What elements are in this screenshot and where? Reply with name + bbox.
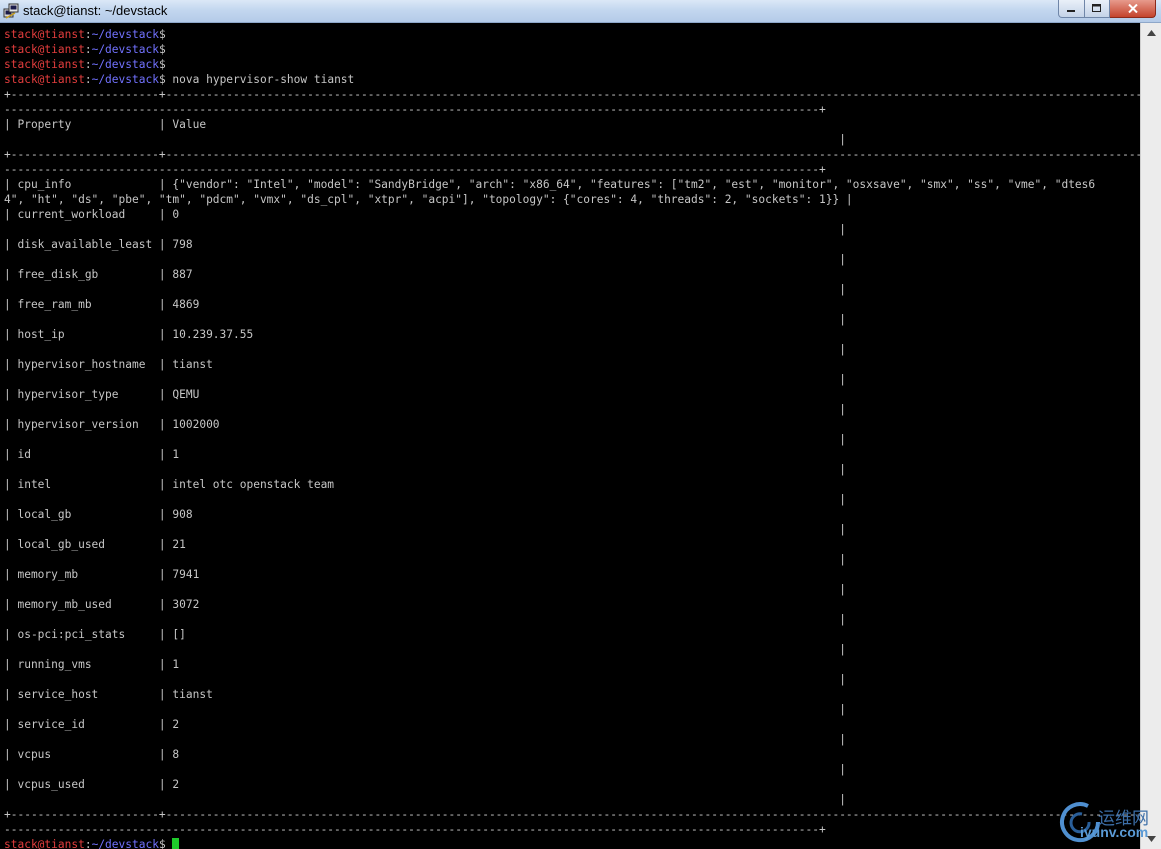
table-pipe: | (4, 583, 846, 596)
table-row: | id | 1 (4, 448, 180, 461)
maximize-button[interactable] (1085, 0, 1110, 18)
table-pipe: | (4, 433, 846, 446)
table-row: | hypervisor_hostname | tianst (4, 358, 213, 371)
table-row: | host_ip | 10.239.37.55 (4, 328, 254, 341)
table-pipe: | (4, 403, 846, 416)
table-row: | hypervisor_type | QEMU (4, 388, 200, 401)
table-border: ----------------------------------------… (4, 103, 826, 116)
table-row: | memory_mb_used | 3072 (4, 598, 200, 611)
prompt-dir: ~/devstack (91, 838, 159, 849)
table-pipe: | (4, 313, 846, 326)
table-row: | hypervisor_version | 1002000 (4, 418, 220, 431)
site-watermark: 运维网 iyunv.com (1058, 800, 1158, 846)
prompt-user: stack@tianst (4, 43, 85, 56)
active-prompt-line: stack@tianst:~/devstack$ (4, 837, 180, 849)
prompt-line: stack@tianst:~/devstack$ (4, 58, 166, 71)
table-row: | service_id | 2 (4, 718, 180, 731)
table-row: | vcpus | 8 (4, 748, 180, 761)
prompt-line: stack@tianst:~/devstack$ (4, 43, 166, 56)
terminal-output[interactable]: stack@tianst:~/devstack$ stack@tianst:~/… (0, 23, 1140, 849)
table-row-cpu-info: | cpu_info | {"vendor": "Intel", "model"… (4, 178, 1096, 191)
watermark-text-url: iyunv.com (1080, 824, 1149, 840)
table-border: +----------------------+----------------… (4, 88, 1140, 101)
table-pipe: | (4, 673, 846, 686)
table-border: ----------------------------------------… (4, 823, 826, 836)
window-controls (1058, 0, 1156, 18)
table-row: | running_vms | 1 (4, 658, 180, 671)
table-pipe: | (4, 343, 846, 356)
table-border: ----------------------------------------… (4, 163, 826, 176)
table-pipe: | (4, 493, 846, 506)
table-row-cpu-info-wrap: 4", "ht", "ds", "pbe", "tm", "pdcm", "vm… (4, 193, 853, 206)
prompt-user: stack@tianst (4, 58, 85, 71)
table-row: | service_host | tianst (4, 688, 213, 701)
scroll-up-icon (1146, 30, 1156, 36)
text-cursor (172, 838, 180, 849)
prompt-user: stack@tianst (4, 838, 85, 849)
table-row: | local_gb_used | 21 (4, 538, 186, 551)
table-row: | memory_mb | 7941 (4, 568, 200, 581)
table-row: | free_disk_gb | 887 (4, 268, 193, 281)
close-icon (1127, 4, 1138, 13)
table-pipe: | (4, 553, 846, 566)
table-pipe: | (4, 133, 846, 146)
prompt-dir: ~/devstack (91, 58, 159, 71)
table-row: | current_workload | 0 (4, 208, 180, 221)
maximize-icon (1092, 4, 1101, 12)
command-line: stack@tianst:~/devstack$ nova hypervisor… (4, 73, 355, 86)
table-row: | vcpus_used | 2 (4, 778, 180, 791)
table-pipe: | (4, 643, 846, 656)
table-pipe: | (4, 613, 846, 626)
prompt-line: stack@tianst:~/devstack$ (4, 28, 166, 41)
prompt-dir: ~/devstack (91, 73, 159, 86)
table-row: | intel | intel otc openstack team (4, 478, 335, 491)
table-pipe: | (4, 463, 846, 476)
table-row: | local_gb | 908 (4, 508, 193, 521)
prompt-user: stack@tianst (4, 73, 85, 86)
table-pipe: | (4, 793, 846, 806)
vertical-scrollbar[interactable] (1140, 23, 1161, 849)
title-bar: stack@tianst: ~/devstack (0, 0, 1161, 23)
table-pipe: | (4, 223, 846, 236)
command-text: nova hypervisor-show tianst (165, 73, 355, 86)
table-pipe: | (4, 283, 846, 296)
table-pipe: | (4, 703, 846, 716)
table-pipe: | (4, 763, 846, 776)
table-row: | os-pci:pci_stats | [] (4, 628, 186, 641)
table-pipe: | (4, 733, 846, 746)
table-border: +----------------------+----------------… (4, 148, 1140, 161)
table-border: +----------------------+----------------… (4, 808, 1140, 821)
close-button[interactable] (1110, 0, 1156, 18)
table-header: | Property | Value (4, 118, 207, 131)
table-row: | free_ram_mb | 4869 (4, 298, 200, 311)
prompt-user: stack@tianst (4, 28, 85, 41)
prompt-dir: ~/devstack (91, 43, 159, 56)
putty-app-icon[interactable] (3, 3, 19, 19)
table-pipe: | (4, 373, 846, 386)
scroll-up-button[interactable] (1143, 25, 1159, 41)
table-pipe: | (4, 523, 846, 536)
table-row: | disk_available_least | 798 (4, 238, 193, 251)
prompt-dir: ~/devstack (91, 28, 159, 41)
minimize-icon (1067, 10, 1075, 12)
window-title: stack@tianst: ~/devstack (23, 3, 168, 18)
minimize-button[interactable] (1058, 0, 1085, 18)
table-pipe: | (4, 253, 846, 266)
